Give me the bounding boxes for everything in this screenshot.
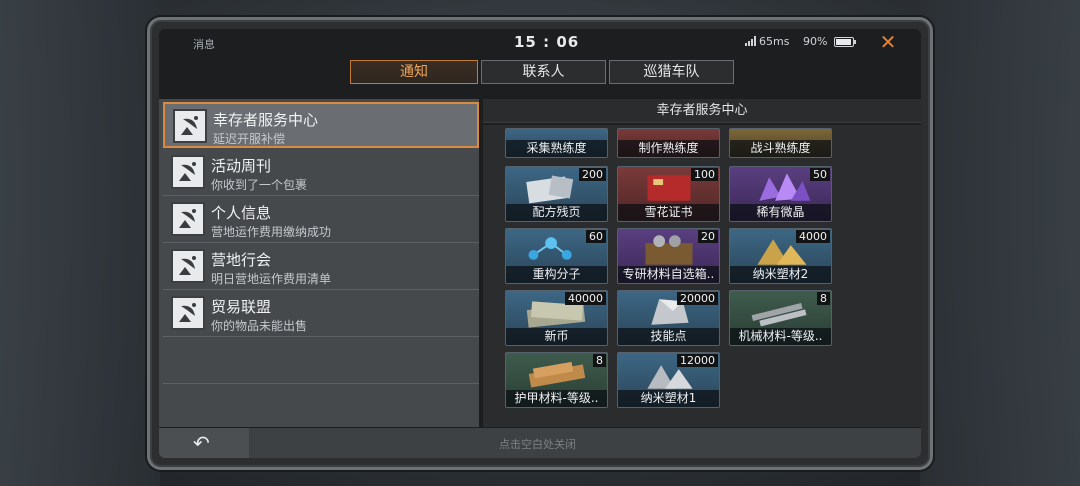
item-quantity: 4000 (796, 230, 830, 243)
item-quantity: 8 (817, 292, 830, 305)
battery-icon (834, 37, 856, 47)
item-card[interactable]: 8 护甲材料-等级.. (505, 352, 608, 408)
item-card[interactable]: 20 专研材料自选箱.. (617, 228, 720, 284)
ping-readout: 65ms (759, 35, 790, 48)
radar-dish-icon (171, 155, 205, 189)
item-quantity: 12000 (677, 354, 718, 367)
armor-material-icon (528, 361, 586, 388)
panel-title: 幸存者服务中心 (483, 99, 921, 123)
back-arrow-icon: ↶ (193, 431, 210, 455)
item-quantity: 40000 (565, 292, 606, 305)
message-preview: 延迟开服补偿 (213, 132, 286, 146)
item-card[interactable]: 100 雪花证书 (617, 166, 720, 222)
message-item[interactable]: 活动周刊 你收到了一个包裹 (163, 150, 479, 196)
message-preview: 明日营地运作费用清单 (211, 272, 332, 286)
item-label: 纳米塑材2 (730, 266, 831, 283)
item-card[interactable]: 50 稀有微晶 (729, 166, 832, 222)
item-label: 重构分子 (506, 266, 607, 283)
item-card[interactable]: 60 重构分子 (505, 228, 608, 284)
item-label: 纳米塑材1 (618, 390, 719, 407)
background-left (0, 0, 160, 486)
radar-dish-icon (171, 202, 205, 236)
tab-notifications[interactable]: 通知 (350, 60, 478, 84)
item-label: 制作熟练度 (618, 140, 719, 157)
radar-dish-icon (171, 296, 205, 330)
battery-percent: 90% (803, 35, 828, 48)
clock: 15 : 06 (514, 33, 580, 51)
message-sender: 活动周刊 (211, 157, 272, 175)
item-label: 战斗熟练度 (730, 140, 831, 157)
message-sender: 个人信息 (211, 204, 272, 222)
item-label: 专研材料自选箱.. (618, 266, 719, 283)
item-quantity: 60 (586, 230, 606, 243)
item-quantity: 20000 (677, 292, 718, 305)
item-label: 机械材料-等级.. (730, 328, 831, 345)
message-list: 幸存者服务中心 延迟开服补偿 活动周刊 你收到了一个包裹 个人信息 营地运作费用… (159, 99, 479, 431)
item-label: 稀有微晶 (730, 204, 831, 221)
item-label: 配方残页 (506, 204, 607, 221)
background-right (920, 0, 1080, 486)
message-preview: 营地运作费用缴纳成功 (211, 225, 332, 239)
item-card[interactable]: 战斗熟练度 (729, 128, 832, 158)
tab-convoy[interactable]: 巡猎车队 (609, 60, 734, 84)
message-preview: 你收到了一个包裹 (211, 178, 308, 192)
dismiss-hint[interactable]: 点击空白处关闭 (499, 436, 576, 452)
message-sender: 营地行会 (211, 251, 272, 269)
attachment-grid: 采集熟练度 制作熟练度 战斗熟练度 200 配方残页 100 雪花证书 50 稀… (483, 125, 921, 427)
back-button[interactable]: ↶ (159, 428, 249, 458)
item-card[interactable]: 12000 纳米塑材1 (617, 352, 720, 408)
message-preview: 你的物品未能出售 (211, 319, 308, 333)
message-item[interactable]: 个人信息 营地运作费用缴纳成功 (163, 197, 479, 243)
close-icon[interactable]: ✕ (877, 31, 899, 53)
item-card[interactable]: 4000 纳米塑材2 (729, 228, 832, 284)
message-sender: 幸存者服务中心 (213, 111, 319, 129)
message-item[interactable]: 幸存者服务中心 延迟开服补偿 (163, 102, 479, 148)
item-label: 技能点 (618, 328, 719, 345)
mechanical-parts-icon (751, 302, 807, 327)
item-quantity: 100 (691, 168, 718, 181)
item-label: 护甲材料-等级.. (506, 390, 607, 407)
item-card[interactable]: 200 配方残页 (505, 166, 608, 222)
item-quantity: 20 (698, 230, 718, 243)
message-sender: 贸易联盟 (211, 298, 272, 316)
item-card[interactable]: 8 机械材料-等级.. (729, 290, 832, 346)
empty-row (163, 338, 479, 384)
tablet-frame: 消息 15 : 06 65ms 90% ✕ 通知 联系人 巡猎车队 幸存者服务中… (147, 17, 933, 470)
item-label: 雪花证书 (618, 204, 719, 221)
item-quantity: 200 (579, 168, 606, 181)
status-bar: 消息 15 : 06 65ms 90% ✕ (159, 29, 921, 55)
item-card[interactable]: 制作熟练度 (617, 128, 720, 158)
screen: 消息 15 : 06 65ms 90% ✕ 通知 联系人 巡猎车队 幸存者服务中… (159, 29, 921, 458)
signal-icon (745, 36, 756, 46)
item-label: 新币 (506, 328, 607, 345)
bottom-bar: ↶ 点击空白处关闭 (159, 428, 921, 458)
message-item[interactable]: 营地行会 明日营地运作费用清单 (163, 244, 479, 290)
item-card[interactable]: 40000 新币 (505, 290, 608, 346)
message-item[interactable]: 贸易联盟 你的物品未能出售 (163, 291, 479, 337)
item-card[interactable]: 20000 技能点 (617, 290, 720, 346)
item-quantity: 8 (593, 354, 606, 367)
screen-title: 消息 (193, 38, 215, 51)
tab-contacts[interactable]: 联系人 (481, 60, 606, 84)
radar-dish-icon (171, 249, 205, 283)
item-label: 采集熟练度 (506, 140, 607, 157)
item-quantity: 50 (810, 168, 830, 181)
empty-row (163, 385, 479, 431)
tab-bar: 通知 联系人 巡猎车队 (350, 60, 734, 84)
item-card[interactable]: 采集熟练度 (505, 128, 608, 158)
radar-dish-icon (173, 109, 207, 143)
